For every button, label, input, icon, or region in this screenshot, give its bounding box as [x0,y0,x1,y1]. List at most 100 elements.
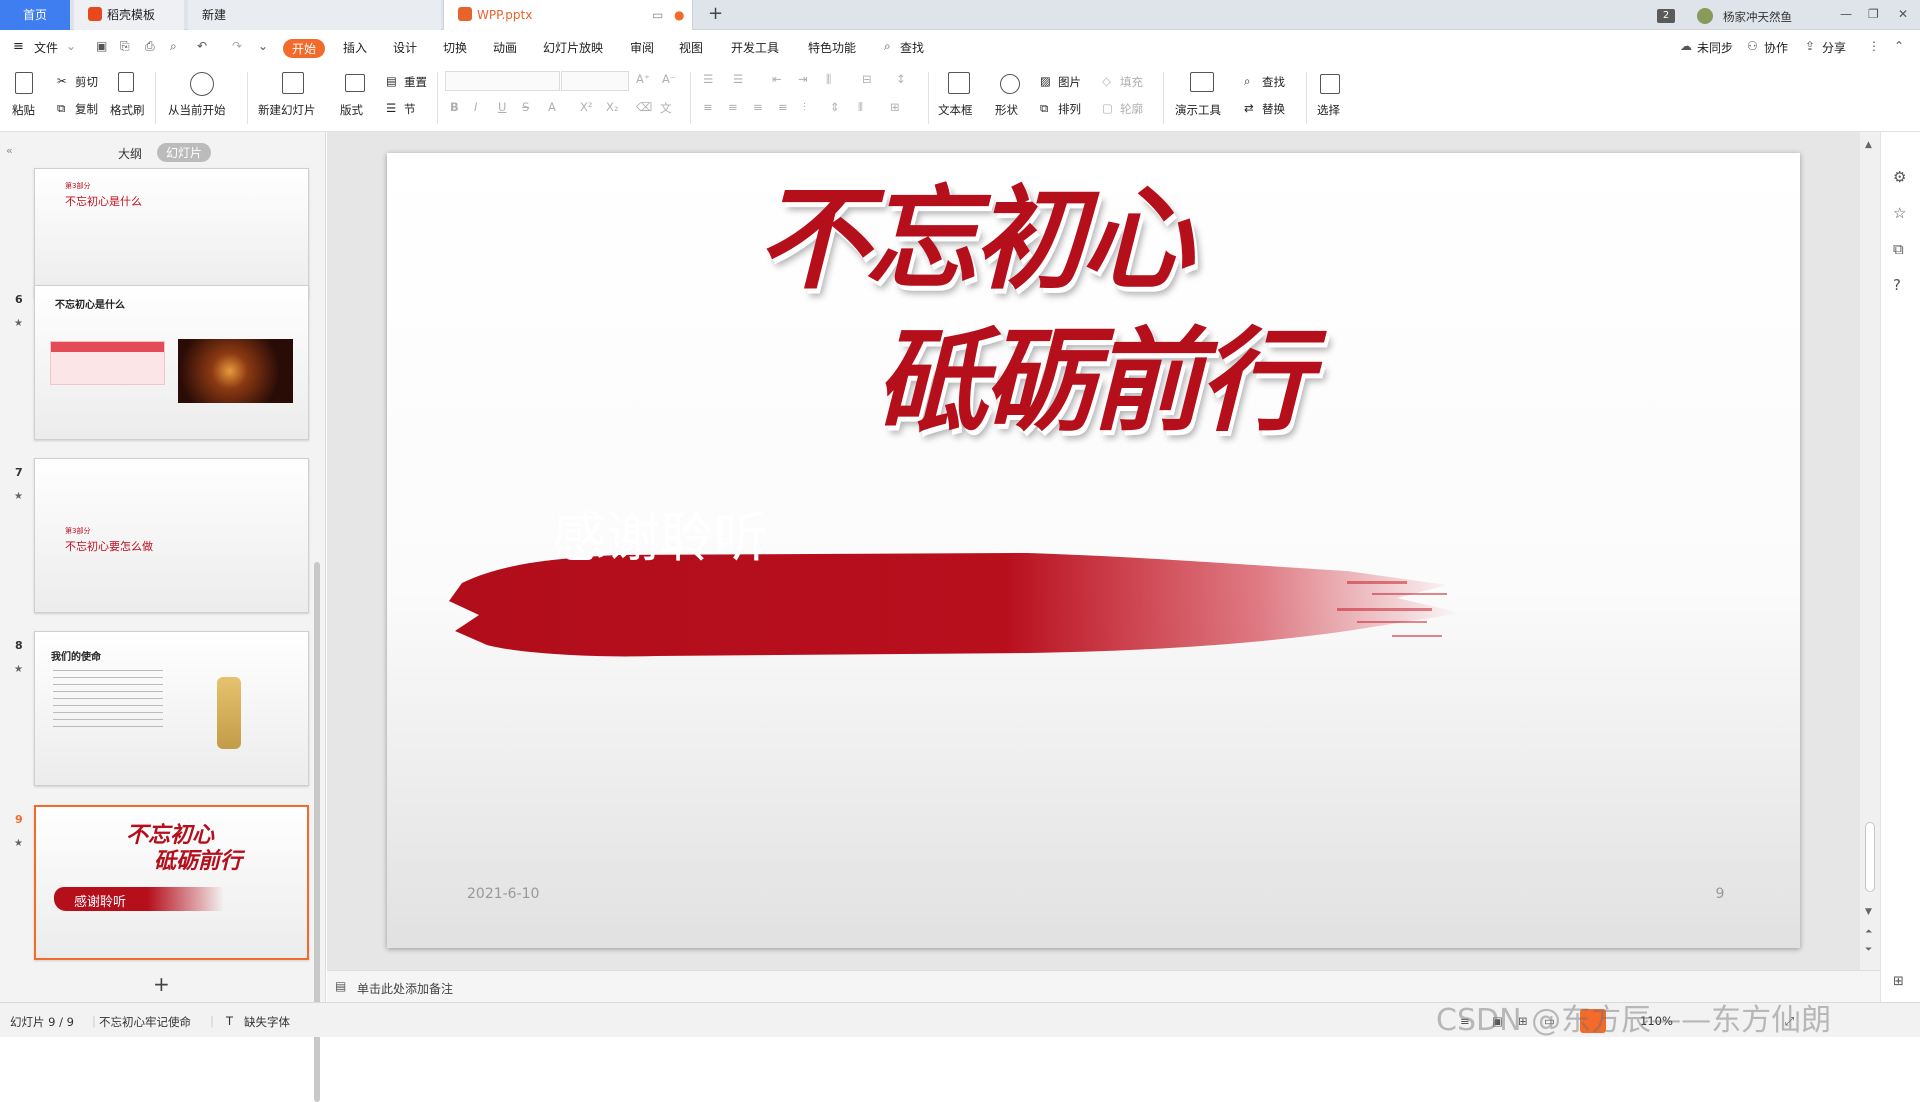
tab-home[interactable]: 首页 [0,0,70,30]
close-window-button[interactable]: ✕ [1898,7,1908,21]
clear-format-icon[interactable]: ⌫ [636,100,652,114]
star-icon[interactable]: ☆ [1893,204,1906,222]
slide-page-number[interactable]: 9 [1705,886,1735,902]
picture-button[interactable]: 图片 [1058,74,1081,90]
outline-button[interactable]: 轮廓 [1120,101,1143,117]
missing-font-button[interactable]: 缺失字体 [244,1014,290,1030]
fill-button[interactable]: 填充 [1120,74,1143,90]
present-mode-icon[interactable]: ▭ [652,0,663,30]
menu-switch[interactable]: 切换 [443,39,467,56]
slide-thumbnail[interactable]: 我们的使命 [34,631,309,786]
theme-name[interactable]: 不忘初心牢记使命 [99,1014,191,1030]
tab-file-wpp[interactable]: WPP.pptx ▭ ● [443,0,693,30]
tab-new[interactable]: 新建 [188,0,441,30]
font-family-select[interactable] [445,71,560,91]
redo-icon[interactable]: ↷ [232,39,242,53]
strikethrough-icon[interactable]: S [522,100,529,114]
bold-icon[interactable]: B [450,100,459,114]
section-button[interactable]: 节 [404,101,416,117]
increase-font-icon[interactable]: A⁺ [636,72,650,86]
format-painter-icon[interactable] [118,72,134,92]
subscript-icon[interactable]: X₂ [606,100,619,114]
underline-icon[interactable]: U [498,100,506,114]
menu-devtools[interactable]: 开发工具 [731,39,779,56]
maximize-button[interactable]: ❐ [1868,7,1879,21]
slide-date[interactable]: 2021-6-10 [467,886,539,902]
slide-thanks-text[interactable]: 感谢聆听 [552,503,768,573]
shape-button[interactable]: 形状 [995,102,1018,118]
presentation-tool-icon[interactable] [1190,72,1214,92]
slide-9[interactable]: 不忘初心 砥砺前行 感谢聆听 2021-6-10 9 [387,153,1800,948]
paragraph-spacing-icon[interactable]: ⇕ [830,100,840,114]
scroll-up-icon[interactable]: ▲ [1865,140,1872,150]
collab-button[interactable]: 协作 [1764,39,1788,56]
print-icon[interactable]: ⎙ [145,39,155,54]
numbered-list-icon[interactable]: ☰ [733,72,743,86]
minimize-button[interactable]: — [1840,7,1852,21]
italic-icon[interactable]: I [474,100,477,114]
next-slide-icon[interactable]: ⏷ [1865,945,1872,955]
copy-button[interactable]: 复制 [75,101,98,117]
add-tab-button[interactable]: + [708,3,723,24]
font-color-icon[interactable]: A [548,100,556,114]
format-painter-button[interactable]: 格式刷 [110,102,145,118]
convert-smartart-icon[interactable]: ⊞ [890,100,900,114]
text-box-icon[interactable] [948,72,970,94]
find-button[interactable]: 查找 [1262,74,1285,90]
customize-toolbar-icon[interactable]: ⌄ [258,39,268,53]
menu-review[interactable]: 审阅 [630,39,654,56]
font-size-select[interactable] [561,71,629,91]
tab-slides[interactable]: 幻灯片 [157,143,212,162]
text-direction-icon[interactable]: ⫼ [826,72,831,87]
slide-thumbnail[interactable]: 不忘初心是什么 [34,285,309,440]
paste-icon[interactable] [15,72,33,94]
new-slide-button[interactable]: 新建幻灯片 [258,102,316,118]
export-icon[interactable]: ⎘ [120,39,130,54]
menu-file[interactable]: 文件 [34,39,58,56]
sync-status[interactable]: 未同步 [1697,39,1733,56]
collapse-ribbon-icon[interactable]: ⌃ [1894,39,1904,53]
more-menu-icon[interactable]: ⋮ [1868,39,1880,53]
scrollbar-thumb[interactable] [1865,822,1875,892]
outdent-icon[interactable]: ⇤ [772,72,782,86]
prev-slide-icon[interactable]: ⏶ [1865,927,1872,937]
menu-design[interactable]: 设计 [393,39,417,56]
select-icon[interactable] [1320,74,1340,94]
layout-button[interactable]: 版式 [340,102,363,118]
collapse-panel-icon[interactable]: « [6,144,13,157]
menu-special[interactable]: 特色功能 [808,39,856,56]
bullet-list-icon[interactable]: ☰ [703,72,713,86]
from-current-button[interactable]: 从当前开始 [168,102,226,118]
decrease-font-icon[interactable]: A⁻ [662,72,676,86]
menu-slideshow[interactable]: 幻灯片放映 [543,39,603,56]
replace-button[interactable]: 替换 [1262,101,1285,117]
slide-thumbnail[interactable]: 第3部分 不忘初心是什么 [34,168,309,298]
paste-button[interactable]: 粘贴 [12,102,35,118]
menu-view[interactable]: 视图 [679,39,703,56]
select-button[interactable]: 选择 [1317,102,1340,118]
align-right-icon[interactable]: ≡ [753,100,763,114]
search-icon[interactable]: ⌕ [884,39,891,54]
user-avatar[interactable] [1697,8,1713,24]
copy-layers-icon[interactable]: ⧉ [1893,240,1904,258]
new-slide-icon[interactable] [282,72,304,94]
cut-button[interactable]: 剪切 [75,74,98,90]
grid-view-icon[interactable]: ⊞ [1893,974,1904,989]
username-label[interactable]: 杨家冲天然鱼 [1723,9,1792,25]
help-icon[interactable]: ? [1893,276,1901,294]
print-preview-icon[interactable]: ⌕ [170,39,177,54]
justify-icon[interactable]: ≡ [778,100,788,114]
hamburger-icon[interactable]: ≡ [13,39,24,54]
align-left-icon[interactable]: ≡ [703,100,713,114]
scroll-down-icon[interactable]: ▼ [1865,907,1872,917]
menu-animation[interactable]: 动画 [493,39,517,56]
line-spacing-icon[interactable]: ↕ [896,72,906,86]
notes-placeholder[interactable]: 单击此处添加备注 [357,980,453,997]
phonetic-icon[interactable]: 文 [660,100,672,116]
menu-start[interactable]: 开始 [283,39,326,58]
window-count-badge[interactable]: 2 [1657,9,1675,23]
reset-button[interactable]: 重置 [404,74,427,90]
menu-search[interactable]: 查找 [900,39,924,56]
distribute-icon[interactable]: ⫶ [803,100,806,115]
slide-title-line1[interactable]: 不忘初心 [757,175,1193,305]
